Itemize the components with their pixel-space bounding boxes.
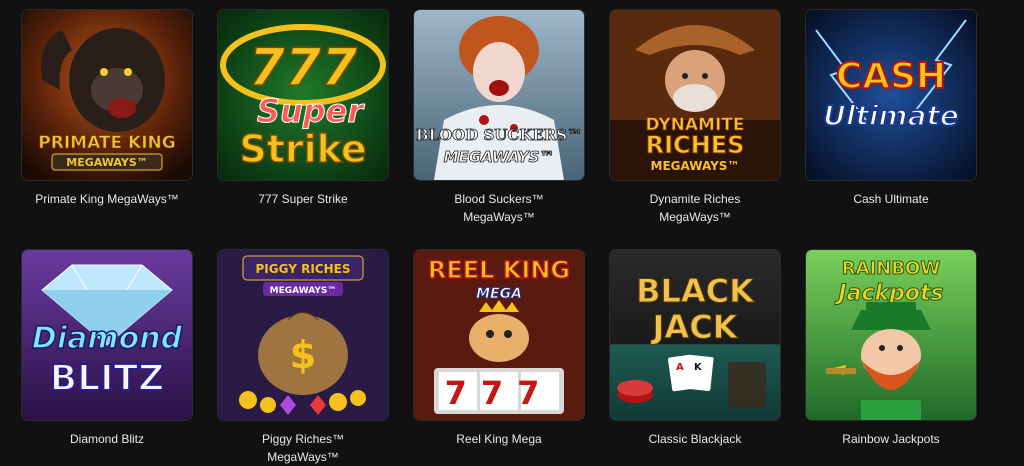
blackjack-art: BLACK JACK A K [610, 250, 780, 420]
art-title: RAINBOW [842, 258, 941, 279]
game-tile-rainbow-jackpots[interactable]: RAINBOW Jackpots Rainbow Jackpots [806, 250, 976, 448]
game-title[interactable]: Primate King MegaWays™ [22, 190, 192, 208]
game-title[interactable]: Cash Ultimate [806, 190, 976, 208]
art-title: PIGGY RICHES [256, 262, 351, 276]
game-thumbnail[interactable]: Diamond BLITZ [22, 250, 192, 420]
game-title[interactable]: Piggy Riches™ MegaWays™ [218, 430, 388, 466]
piggy-riches-art: PIGGY RICHES MEGAWAYS™ $ [218, 250, 388, 420]
game-tile-777-super-strike[interactable]: 777 Super Strike 777 Super Strike [218, 10, 388, 208]
art-subtitle-2: MEGAWAYS™ [651, 159, 740, 173]
art-subtitle: Ultimate [823, 99, 959, 132]
reel-king-art: REEL KING MEGA 777 [414, 250, 584, 420]
cash-ultimate-art: CASH Ultimate [806, 10, 976, 180]
game-tile-cash-ultimate[interactable]: CASH Ultimate Cash Ultimate [806, 10, 976, 208]
art-subtitle: MEGAWAYS™ [444, 148, 555, 166]
game-thumbnail[interactable]: RAINBOW Jackpots [806, 250, 976, 420]
game-thumbnail[interactable]: 777 Super Strike [218, 10, 388, 180]
svg-text:A: A [676, 362, 684, 373]
art-title: PRIMATE KING [38, 133, 175, 153]
game-title-line-2[interactable]: MegaWays™ [610, 208, 780, 226]
diamond-blitz-art: Diamond BLITZ [22, 250, 192, 420]
game-thumbnail[interactable]: DYNAMITE RICHES MEGAWAYS™ [610, 10, 780, 180]
super-strike-art: 777 Super Strike [218, 10, 388, 180]
game-thumbnail[interactable]: CASH Ultimate [806, 10, 976, 180]
game-title[interactable]: Diamond Blitz [22, 430, 192, 448]
art-subtitle: BLITZ [50, 358, 164, 399]
game-thumbnail[interactable]: PRIMATE KING MEGAWAYS™ [22, 10, 192, 180]
game-title-line-1[interactable]: Blood Suckers™ [414, 190, 584, 208]
game-tile-reel-king-mega[interactable]: REEL KING MEGA 777 Reel King Mega [414, 250, 584, 448]
game-title-line-1[interactable]: Dynamite Riches [610, 190, 780, 208]
art-subtitle: Super [257, 92, 365, 130]
art-title: Diamond [32, 321, 183, 356]
art-title: 777 [249, 38, 358, 98]
game-tile-blood-suckers[interactable]: BLOOD SUCKERS™ MEGAWAYS™ Blood Suckers™ … [414, 10, 584, 226]
art-subtitle-2: Strike [239, 127, 366, 171]
game-tile-diamond-blitz[interactable]: Diamond BLITZ Diamond Blitz [22, 250, 192, 448]
game-title[interactable]: Reel King Mega [414, 430, 584, 448]
game-title-line-2[interactable]: MegaWays™ [414, 208, 584, 226]
art-title: REEL KING [428, 256, 570, 284]
art-reels: 777 [445, 374, 554, 412]
dynamite-riches-art: DYNAMITE RICHES MEGAWAYS™ [610, 10, 780, 180]
primate-king-art: PRIMATE KING MEGAWAYS™ [22, 10, 192, 180]
game-thumbnail[interactable]: BLOOD SUCKERS™ MEGAWAYS™ [414, 10, 584, 180]
art-title: BLACK [636, 272, 755, 310]
game-thumbnail[interactable]: BLACK JACK A K [610, 250, 780, 420]
svg-text:K: K [694, 362, 703, 373]
game-thumbnail[interactable]: REEL KING MEGA 777 [414, 250, 584, 420]
art-subtitle: RICHES [646, 131, 745, 159]
art-title: BLOOD SUCKERS™ [416, 126, 582, 144]
svg-text:$: $ [290, 333, 316, 377]
game-title[interactable]: 777 Super Strike [218, 190, 388, 208]
blood-suckers-art: BLOOD SUCKERS™ MEGAWAYS™ [414, 10, 584, 180]
game-tile-dynamite-riches[interactable]: DYNAMITE RICHES MEGAWAYS™ Dynamite Riche… [610, 10, 780, 226]
game-thumbnail[interactable]: PIGGY RICHES MEGAWAYS™ $ [218, 250, 388, 420]
game-tile-classic-blackjack[interactable]: BLACK JACK A K Classic Blackjack [610, 250, 780, 448]
art-title: CASH [836, 56, 946, 97]
art-subtitle: MEGA [476, 286, 522, 302]
game-title[interactable]: Rainbow Jackpots [806, 430, 976, 448]
rainbow-jackpots-art: RAINBOW Jackpots [806, 250, 976, 420]
game-tile-primate-king[interactable]: PRIMATE KING MEGAWAYS™ Primate King Mega… [22, 10, 192, 208]
art-subtitle: MEGAWAYS™ [270, 286, 337, 296]
art-subtitle: JACK [651, 308, 739, 346]
game-tile-piggy-riches[interactable]: PIGGY RICHES MEGAWAYS™ $ Piggy Riches™ M… [218, 250, 388, 466]
game-title[interactable]: Classic Blackjack [610, 430, 780, 448]
art-subtitle: MEGAWAYS™ [66, 156, 148, 169]
